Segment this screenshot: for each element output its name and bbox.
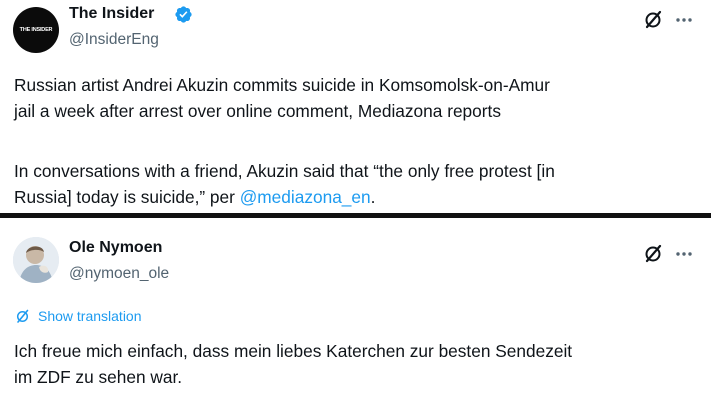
tweet-text-line: In conversations with a friend, Akuzin s… [14,161,555,181]
mention-link[interactable]: @mediazona_en [240,187,371,207]
author-name[interactable]: Ole Nymoen [69,239,162,257]
tweet-text-line: Ich freue mich einfach, dass mein liebes… [14,341,573,361]
tweet-the-insider[interactable]: THE INSIDER The Insider @InsiderEng Russ… [0,0,711,214]
show-translation-label[interactable]: Show translation [38,308,142,324]
avatar-logo-text: THE INSIDER [19,27,53,33]
verified-badge-icon [175,6,192,23]
tweet-text-line-with-mention: Russia] today is suicide,” per @mediazon… [14,185,375,210]
author-handle[interactable]: @nymoen_ole [69,265,169,283]
avatar-photo [13,237,59,283]
avatar[interactable]: THE INSIDER [13,7,59,53]
author-name[interactable]: The Insider [69,5,154,23]
author-handle[interactable]: @InsiderEng [69,31,159,49]
grok-icon[interactable] [643,8,665,30]
tweet-text-line: Russian artist Andrei Akuzin commits sui… [14,75,550,95]
grok-icon[interactable] [643,242,665,264]
more-icon[interactable] [674,242,694,264]
tweet-text-line: im ZDF zu sehen war. [14,367,183,387]
more-icon[interactable] [674,8,694,30]
translate-icon [16,309,29,323]
tweet-text-fragment: . [370,187,376,207]
tweet-ole-nymoen[interactable]: Ole Nymoen @nymoen_ole Show translation … [0,218,711,398]
show-translation-button[interactable]: Show translation [15,308,142,324]
tweet-text-line: jail a week after arrest over online com… [14,101,501,121]
avatar[interactable] [13,237,59,283]
tweet-text-fragment: Russia] today is suicide,” per [14,187,240,207]
